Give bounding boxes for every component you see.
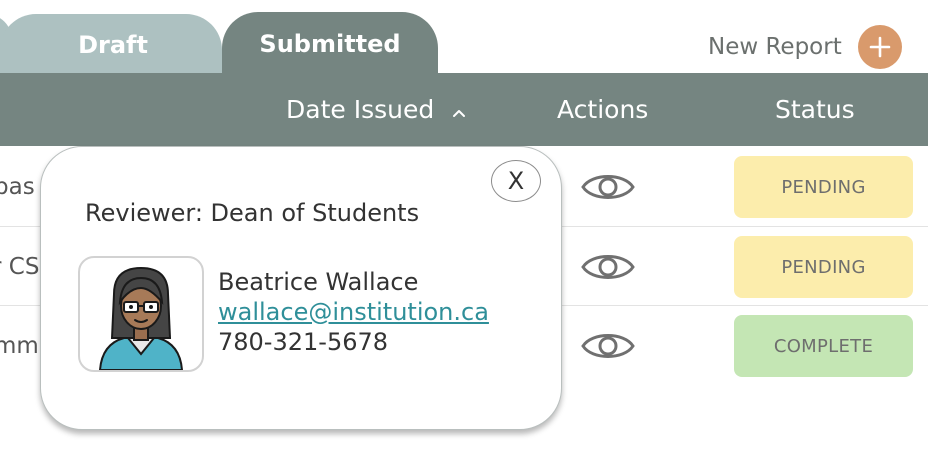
contact-info: Beatrice Wallace wallace@institution.ca … [218, 267, 489, 357]
status-badge: PENDING [734, 236, 913, 298]
row-title-text: mm [0, 332, 39, 359]
plus-icon[interactable] [857, 25, 902, 69]
close-label: X [507, 167, 525, 195]
email-link[interactable]: wallace@institution.ca [218, 297, 489, 327]
date-issued-header[interactable]: Date Issued [286, 73, 466, 146]
chevron-up-icon [452, 95, 466, 124]
actions-header: Actions [557, 73, 648, 146]
eye-icon[interactable] [580, 247, 636, 287]
eye-icon[interactable] [580, 326, 636, 366]
close-button[interactable]: X [491, 160, 541, 202]
tab-draft[interactable]: Draft [0, 14, 222, 74]
tab-draft-label: Draft [78, 31, 148, 59]
reviewer-popover: X Reviewer: Dean of Students Beatrice Wa… [40, 146, 562, 430]
status-header: Status [775, 73, 855, 146]
phone-number: 780-321-5678 [218, 328, 389, 356]
date-issued-label: Date Issued [286, 95, 435, 124]
new-report-button[interactable]: New Report [708, 25, 902, 69]
status-label: Status [775, 95, 855, 124]
eye-icon[interactable] [580, 167, 636, 207]
new-report-label: New Report [708, 34, 842, 60]
reviewer-title: Reviewer: Dean of Students [85, 199, 420, 227]
status-badge: PENDING [734, 156, 913, 218]
status-badge: COMPLETE [734, 315, 913, 377]
avatar [78, 256, 204, 372]
person-avatar-icon [98, 266, 184, 370]
actions-label: Actions [557, 95, 649, 124]
reports-screen: Draft Submitted New Report Date Issued A… [0, 0, 944, 468]
row-title-text: pas [0, 173, 35, 200]
tab-submitted-label: Submitted [259, 30, 401, 58]
row-title-text: r CS [0, 253, 40, 280]
reviewer-name: Beatrice Wallace [218, 268, 419, 296]
tab-submitted[interactable]: Submitted [222, 12, 438, 74]
table-header: Date Issued Actions Status [0, 73, 928, 146]
